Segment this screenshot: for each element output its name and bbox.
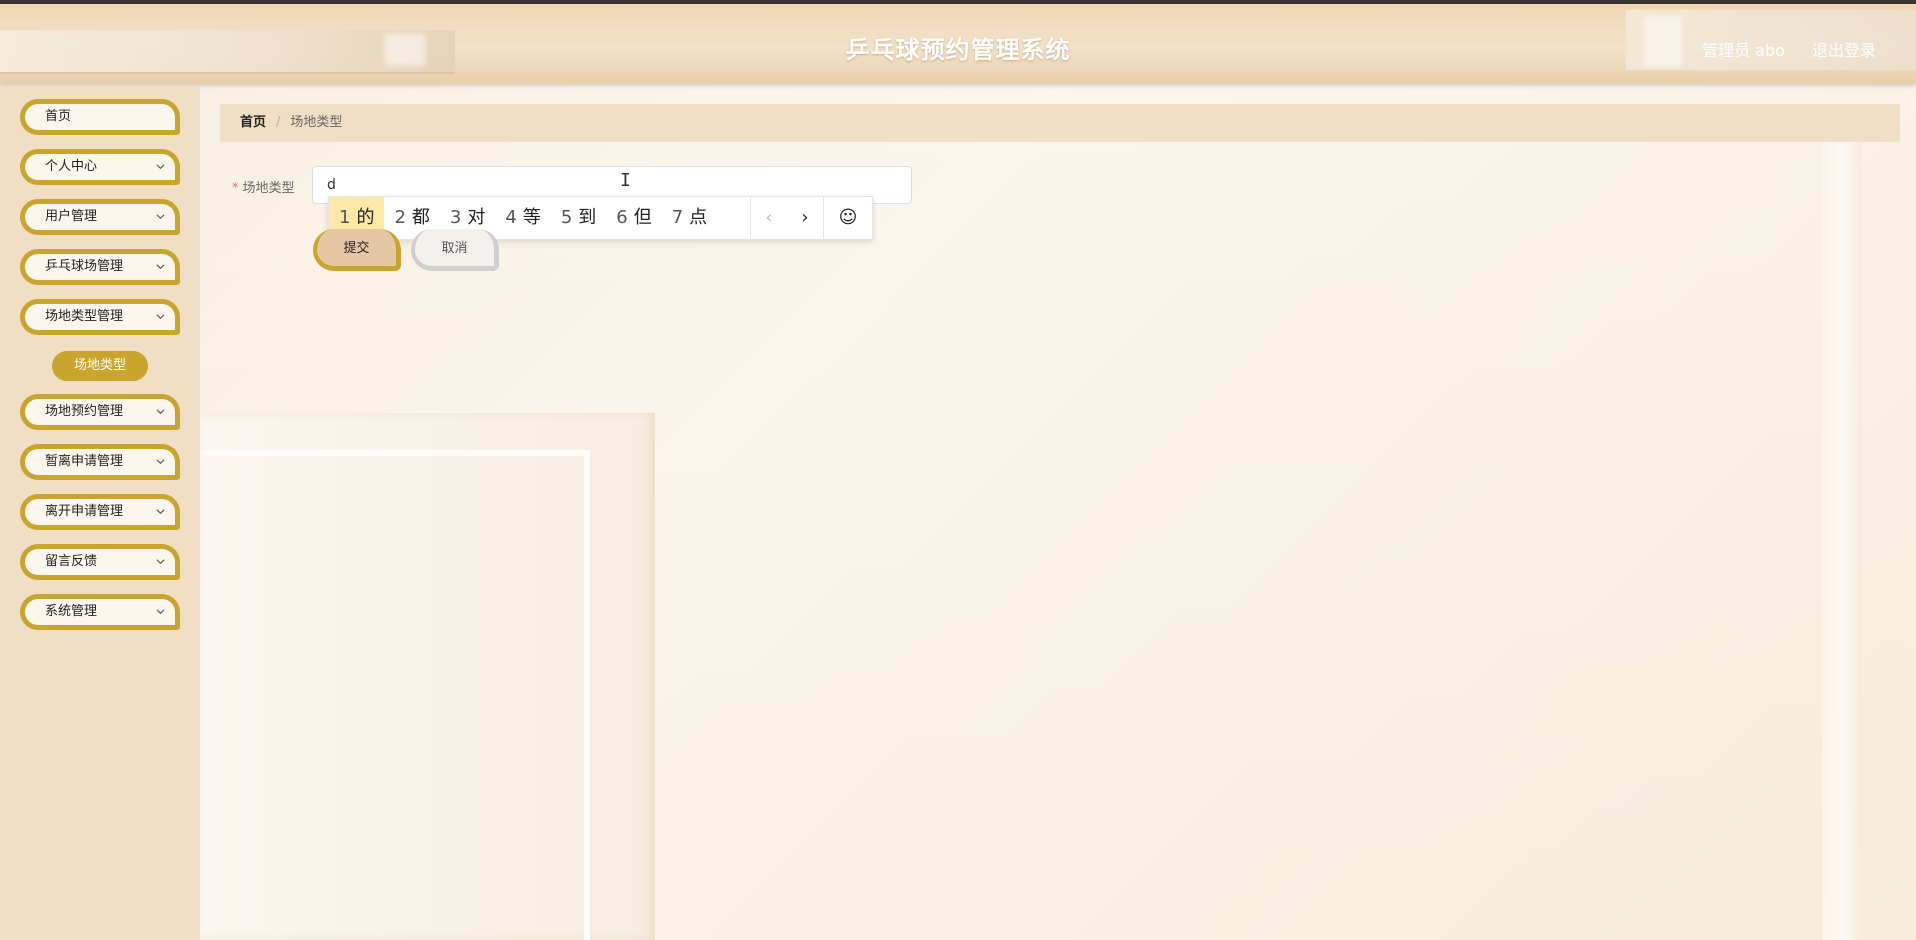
- sidebar-item-label: 暂离申请管理: [45, 454, 124, 469]
- sidebar-item-reservation-management[interactable]: 场地预约管理: [20, 394, 180, 430]
- ime-candidate-5[interactable]: 5到: [551, 197, 606, 239]
- sidebar-item-user-management[interactable]: 用户管理: [20, 199, 180, 235]
- sidebar-item-home[interactable]: 首页: [20, 99, 180, 135]
- sidebar-item-label: 离开申请管理: [45, 504, 124, 519]
- sidebar-item-label: 个人中心: [45, 159, 98, 174]
- sidebar-item-personal-center[interactable]: 个人中心: [20, 149, 180, 185]
- chevron-down-icon: [156, 609, 165, 615]
- breadcrumb: 首页 / 场地类型: [220, 104, 1900, 142]
- chevron-down-icon: [156, 214, 165, 220]
- submit-button[interactable]: 提交: [313, 229, 401, 271]
- chevron-down-icon: [156, 559, 165, 565]
- logout-link[interactable]: 退出登录: [1812, 41, 1876, 60]
- breadcrumb-home[interactable]: 首页: [240, 115, 266, 130]
- sidebar: 首页 个人中心 用户管理 乒乓球场管理 场地类型管理 场地类型 场地预约管理 暂…: [0, 86, 200, 940]
- ime-candidate-7[interactable]: 7点: [662, 197, 717, 239]
- breadcrumb-separator: /: [276, 115, 281, 130]
- chevron-right-icon[interactable]: ›: [787, 197, 823, 239]
- background-door-frame: [200, 450, 590, 940]
- court-type-label-text: 场地类型: [242, 181, 295, 196]
- chevron-down-icon: [156, 164, 165, 170]
- sidebar-item-system-management[interactable]: 系统管理: [20, 594, 180, 630]
- ime-candidate-bar: 1的 2都 3对 4等 5到 6但 7点 ‹ › ☺: [328, 196, 873, 240]
- breadcrumb-current: 场地类型: [290, 115, 343, 130]
- user-area: 管理员 abo 退出登录: [1680, 37, 1876, 61]
- chevron-down-icon: [156, 509, 165, 515]
- sidebar-item-label: 系统管理: [45, 604, 98, 619]
- chevron-down-icon: [156, 459, 165, 465]
- sidebar-item-label: 乒乓球场管理: [45, 259, 124, 274]
- text-cursor-icon: I: [620, 170, 631, 191]
- sidebar-item-label: 首页: [45, 109, 72, 124]
- sidebar-item-label: 场地预约管理: [45, 404, 124, 419]
- sidebar-subitem-court-type[interactable]: 场地类型: [52, 351, 148, 381]
- ime-candidate-6[interactable]: 6但: [606, 197, 661, 239]
- sidebar-item-label: 场地类型管理: [45, 309, 124, 324]
- chevron-down-icon: [156, 409, 165, 415]
- sidebar-item-court-type-management[interactable]: 场地类型管理: [20, 299, 180, 335]
- chevron-left-icon[interactable]: ‹: [751, 197, 787, 239]
- sidebar-item-temp-leave-management[interactable]: 暂离申请管理: [20, 444, 180, 480]
- chevron-down-icon: [156, 264, 165, 270]
- sidebar-item-label: 留言反馈: [45, 554, 98, 569]
- ime-nav: ‹ › ☺: [750, 197, 872, 239]
- current-user-label: 管理员 abo: [1702, 41, 1785, 60]
- app-header: 乒乓球预约管理系统 管理员 abo 退出登录: [0, 4, 1916, 84]
- required-mark: *: [232, 181, 239, 196]
- background-right-frame: [1822, 140, 1862, 940]
- chevron-down-icon: [156, 314, 165, 320]
- emoji-icon[interactable]: ☺: [823, 197, 872, 239]
- app-title: 乒乓球预约管理系统: [845, 36, 1071, 64]
- sidebar-item-label: 用户管理: [45, 209, 98, 224]
- cancel-button[interactable]: 取消: [411, 229, 499, 271]
- sidebar-item-leave-management[interactable]: 离开申请管理: [20, 494, 180, 530]
- sidebar-item-feedback[interactable]: 留言反馈: [20, 544, 180, 580]
- sidebar-item-court-management[interactable]: 乒乓球场管理: [20, 249, 180, 285]
- court-type-label: * 场地类型: [232, 177, 295, 196]
- ime-candidate-4[interactable]: 4等: [495, 197, 550, 239]
